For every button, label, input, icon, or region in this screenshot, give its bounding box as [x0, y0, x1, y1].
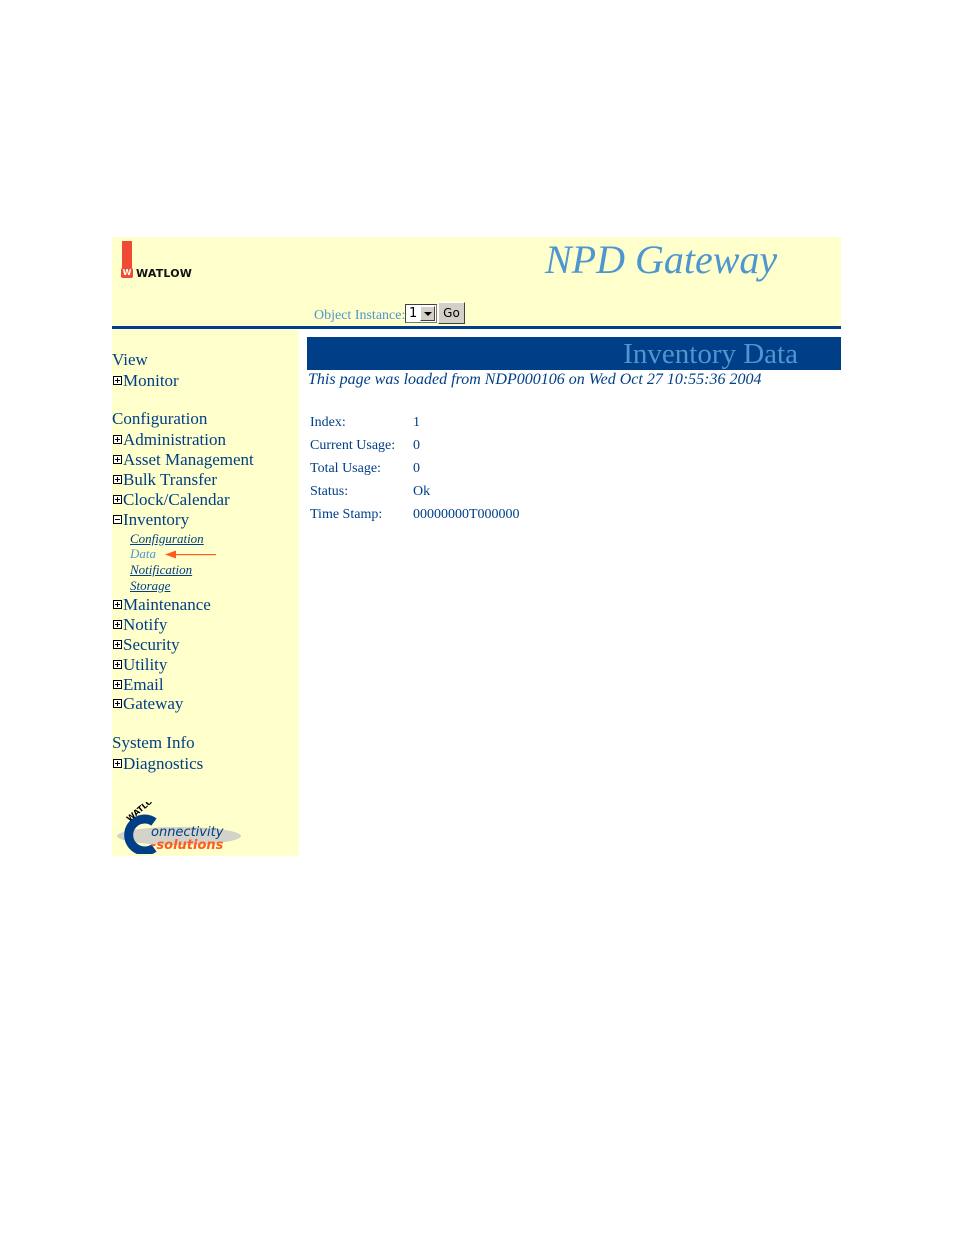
- expand-plus-icon[interactable]: [113, 455, 122, 464]
- expand-plus-icon[interactable]: [113, 660, 122, 669]
- sidebar-subitem-notification[interactable]: Notification: [130, 562, 192, 578]
- sidebar-subitem-storage[interactable]: Storage: [130, 578, 170, 594]
- field-value-status: Ok: [413, 484, 431, 499]
- sidebar-heading-configuration[interactable]: Configuration: [112, 409, 207, 429]
- sidebar-item-asset-management[interactable]: Asset Management: [113, 450, 254, 470]
- page-title-banner: Inventory Data: [307, 337, 841, 370]
- field-label-time-stamp: Time Stamp:: [310, 507, 383, 522]
- sidebar-item-maintenance[interactable]: Maintenance: [113, 595, 211, 615]
- expand-plus-icon[interactable]: [113, 495, 122, 504]
- sidebar-item-label: Bulk Transfer: [123, 470, 217, 489]
- field-value-index: 1: [413, 415, 420, 430]
- field-value-time-stamp: 00000000T000000: [413, 507, 520, 522]
- sidebar-item-label: Email: [123, 675, 164, 694]
- sidebar-item-inventory[interactable]: Inventory: [113, 510, 189, 530]
- expand-plus-icon[interactable]: [113, 680, 122, 689]
- expand-plus-icon[interactable]: [113, 376, 122, 385]
- sidebar-item-label: Diagnostics: [123, 754, 204, 773]
- field-label-current-usage: Current Usage:: [310, 438, 396, 453]
- dropdown-arrow-icon[interactable]: [420, 306, 435, 321]
- expand-plus-icon[interactable]: [113, 640, 122, 649]
- connectivity-solutions-logo: WATLOW onnectivity -solutions: [117, 802, 241, 854]
- sidebar-item-label: Notify: [123, 615, 168, 634]
- sidebar-item-gateway[interactable]: Gateway: [113, 694, 183, 714]
- watlow-logo-text: WATLOW: [136, 267, 193, 280]
- sidebar-item-diagnostics[interactable]: Diagnostics: [113, 754, 203, 774]
- sidebar-item-notify[interactable]: Notify: [113, 615, 167, 635]
- connectivity-logo-line2: -solutions: [151, 838, 224, 853]
- expand-plus-icon[interactable]: [113, 620, 122, 629]
- sidebar-subitem-data[interactable]: Data: [130, 546, 156, 562]
- current-page-arrow-icon: [165, 550, 216, 559]
- sidebar-item-utility[interactable]: Utility: [113, 655, 167, 675]
- sidebar-item-label: Security: [123, 635, 180, 654]
- expand-plus-icon[interactable]: [113, 759, 122, 768]
- sidebar-item-label: Gateway: [123, 694, 184, 713]
- sidebar-item-email[interactable]: Email: [113, 675, 164, 695]
- expand-plus-icon[interactable]: [113, 699, 122, 708]
- sidebar-item-bulk-transfer[interactable]: Bulk Transfer: [113, 470, 217, 490]
- sidebar-item-label: Clock/Calendar: [123, 490, 230, 509]
- sidebar-subitem-configuration[interactable]: Configuration: [130, 531, 204, 547]
- watlow-logo-bar: [122, 241, 132, 268]
- collapse-minus-icon[interactable]: [113, 515, 122, 524]
- go-button[interactable]: Go: [438, 302, 465, 324]
- sidebar-item-label: Monitor: [123, 371, 179, 390]
- sidebar-item-label: Inventory: [123, 510, 190, 529]
- sidebar-item-administration[interactable]: Administration: [113, 430, 226, 450]
- sidebar-item-label: Maintenance: [123, 595, 211, 614]
- sidebar-item-monitor[interactable]: Monitor: [113, 371, 179, 391]
- app-title: NPD Gateway: [545, 237, 778, 282]
- page-title: Inventory Data: [623, 338, 798, 370]
- field-value-current-usage: 0: [413, 438, 420, 453]
- sidebar-heading-view[interactable]: View: [112, 350, 148, 370]
- sidebar-item-security[interactable]: Security: [113, 635, 180, 655]
- sidebar-item-clock-calendar[interactable]: Clock/Calendar: [113, 490, 230, 510]
- field-value-total-usage: 0: [413, 461, 420, 476]
- object-instance-select[interactable]: 1: [405, 304, 437, 323]
- expand-plus-icon[interactable]: [113, 435, 122, 444]
- field-label-total-usage: Total Usage:: [310, 461, 381, 476]
- watlow-logo-icon: W: [121, 268, 133, 278]
- expand-plus-icon[interactable]: [113, 600, 122, 609]
- sidebar-heading-system-info[interactable]: System Info: [112, 733, 195, 753]
- expand-plus-icon[interactable]: [113, 475, 122, 484]
- object-instance-label: Object Instance:: [314, 308, 406, 323]
- field-label-index: Index:: [310, 415, 346, 430]
- header-divider: [112, 326, 841, 329]
- field-label-status: Status:: [310, 484, 349, 499]
- page-load-info: This page was loaded from NDP000106 on W…: [308, 371, 762, 388]
- sidebar-item-label: Utility: [123, 655, 168, 674]
- object-instance-value: 1: [409, 306, 418, 321]
- sidebar-item-label: Administration: [123, 430, 226, 449]
- sidebar-item-label: Asset Management: [123, 450, 254, 469]
